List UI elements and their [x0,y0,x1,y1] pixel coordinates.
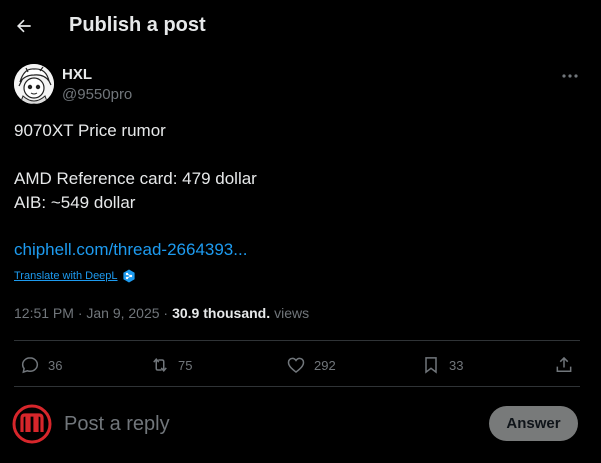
repost-count: 75 [178,357,193,373]
reply-button[interactable]: 36 [20,354,62,376]
share-icon [556,356,572,372]
like-button[interactable]: 292 [286,354,336,376]
avatar[interactable] [14,64,54,104]
bookmark-count: 33 [449,357,464,373]
views-label: views [274,305,310,321]
user-avatar[interactable] [12,404,52,444]
post-meta: 12:51 PM · Jan 9, 2025 · 30.9 thousand. … [14,305,309,321]
post-text-line: 9070XT Price rumor [14,121,166,140]
bookmark-button[interactable]: 33 [421,354,463,376]
author-name[interactable]: HXL [62,66,92,83]
author-handle[interactable]: @9550pro [62,86,132,103]
timestamp[interactable]: 12:51 PM · Jan 9, 2025 · [14,305,168,321]
divider [14,386,580,387]
back-arrow-icon[interactable] [12,14,36,38]
reply-icon [21,357,39,374]
more-options-icon[interactable] [560,66,580,86]
post-text-line: AIB: ~549 dollar [14,193,136,212]
reply-input[interactable] [64,410,464,438]
answer-button[interactable]: Answer [489,406,578,441]
share-button[interactable] [554,354,574,376]
divider [14,340,580,341]
translate-button[interactable]: Translate with DeepL [14,268,136,284]
post-text-line: AMD Reference card: 479 dollar [14,169,257,188]
bookmark-icon [425,357,437,374]
repost-button[interactable]: 75 [150,354,192,376]
reply-count: 36 [48,357,63,373]
repost-icon [153,358,167,372]
heart-icon [287,357,305,374]
deepl-icon [122,269,135,283]
post-link[interactable]: chiphell.com/thread-2664393... [14,240,247,260]
like-count: 292 [314,357,336,373]
views-count: 30.9 thousand. [172,305,271,321]
page-title: Publish a post [69,14,206,36]
translate-label[interactable]: Translate with DeepL [14,270,118,282]
top-bar: Publish a post [0,0,601,54]
